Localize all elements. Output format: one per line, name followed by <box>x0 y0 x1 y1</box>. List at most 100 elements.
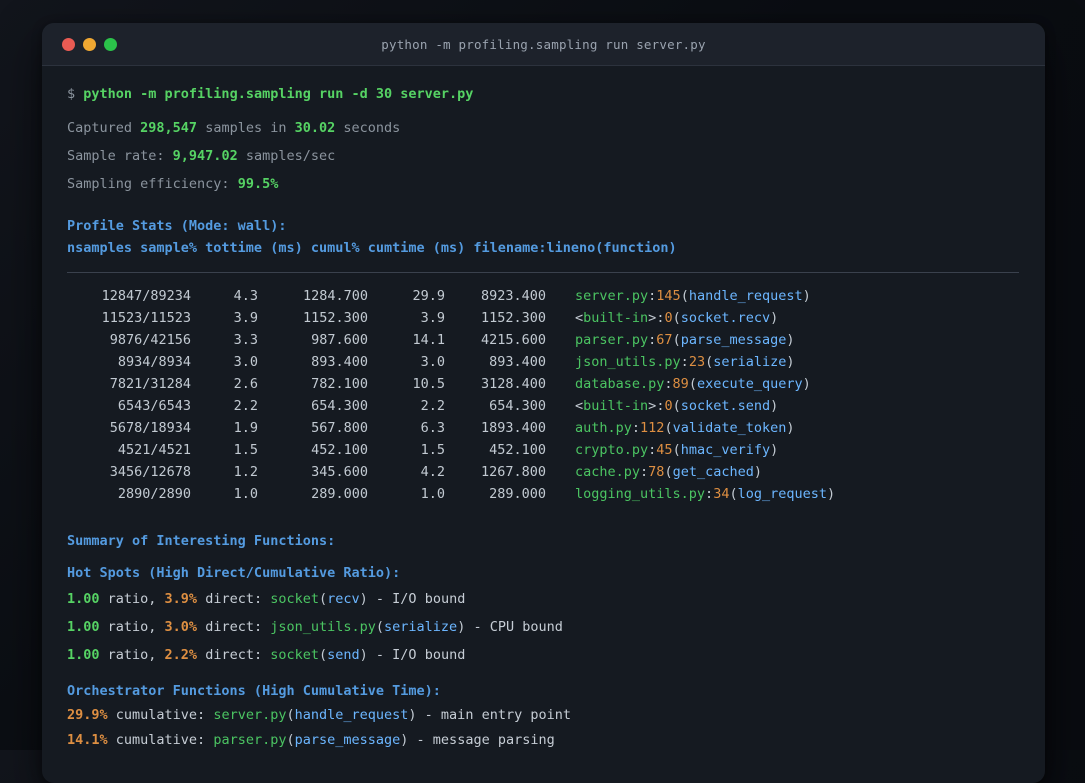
cell-cumtime: 893.400 <box>489 354 546 370</box>
hot-spot-line: 1.00 ratio, 3.0% direct: json_utils.py(s… <box>67 613 1019 641</box>
angle-bracket: < <box>575 310 584 326</box>
text-segment: 99.5% <box>237 176 279 192</box>
colon: : <box>640 464 649 480</box>
hot-spots-heading-text: Hot Spots (High Direct/Cumulative Ratio)… <box>67 565 401 581</box>
cell-tottime: 345.600 <box>311 464 368 480</box>
cell-sample-pct: 3.3 <box>233 332 258 348</box>
table-row: 7821/31284 2.6 782.100 10.5 3128.400 database… <box>67 373 1019 395</box>
text-segment: ratio, <box>99 647 165 663</box>
orchestrators-list: 29.9% cumulative: server.py(handle_reque… <box>67 703 1019 753</box>
paren: ( <box>729 486 738 502</box>
cell-sample-pct: 1.9 <box>233 420 258 436</box>
profile-stats-heading-text: Profile Stats (Mode: wall): <box>67 218 287 234</box>
ratio-value: 1.00 <box>67 647 100 663</box>
text-segment: direct: <box>197 591 271 607</box>
direct-percent: 2.2% <box>164 647 198 663</box>
paren: ( <box>672 442 681 458</box>
terminal-window: python -m profiling.sampling run server.… <box>42 23 1045 783</box>
cell-cumtime: 1267.800 <box>480 464 546 480</box>
capture-stat-line: Sampling efficiency: 99.5% <box>67 174 1019 194</box>
orchestrators-heading-text: Orchestrator Functions (High Cumulative … <box>67 683 441 699</box>
profile-stats-heading: Profile Stats (Mode: wall): <box>67 216 1019 236</box>
ratio-value: 1.00 <box>67 619 100 635</box>
line-number: 145 <box>656 288 681 304</box>
function-name: execute_query <box>696 376 803 392</box>
table-row: 11523/11523 3.9 1152.300 3.9 1152.300 <built-… <box>67 307 1019 329</box>
summary-heading-text: Summary of Interesting Functions: <box>67 533 336 549</box>
table-row: 3456/12678 1.2 345.600 4.2 1267.800 cache.py:… <box>67 461 1019 483</box>
paren: ( <box>375 619 385 635</box>
direct-percent: 3.9% <box>164 591 198 607</box>
cell-cumul-pct: 6.3 <box>420 420 445 436</box>
line-number: 34 <box>713 486 730 502</box>
line-number: 45 <box>656 442 673 458</box>
line-number: 0 <box>664 398 673 414</box>
filename: crypto.py <box>575 442 649 458</box>
filename: built-in <box>583 310 649 326</box>
table-row: 5678/18934 1.9 567.800 6.3 1893.400 auth.py:1… <box>67 417 1019 439</box>
zoom-button-icon[interactable] <box>104 37 117 51</box>
cumulative-percent: 29.9% <box>67 707 108 723</box>
function-name: validate_token <box>672 420 787 436</box>
cell-nsamples: 4521/4521 <box>117 442 191 458</box>
paren: ( <box>680 288 689 304</box>
function-name: parse_message <box>680 332 787 348</box>
text-segment: Sample rate: <box>67 148 173 164</box>
line-number: 0 <box>664 310 673 326</box>
filename: database.py <box>575 376 665 392</box>
cell-sample-pct: 2.6 <box>233 376 258 392</box>
terminal-output[interactable]: $ python -m profiling.sampling run -d 30… <box>42 66 1045 753</box>
function-name: handle_request <box>294 707 409 723</box>
angle-bracket: < <box>575 398 584 414</box>
cell-nsamples: 5678/18934 <box>109 420 191 436</box>
hot-spot-line: 1.00 ratio, 3.9% direct: socket(recv) - … <box>67 585 1019 613</box>
cell-tottime: 654.300 <box>311 398 368 414</box>
function-name: parse_message <box>294 732 401 748</box>
text-segment: cumulative: <box>107 707 214 723</box>
text-segment: samples/sec <box>237 148 336 164</box>
cell-tottime: 1284.700 <box>302 288 368 304</box>
colon: : <box>680 354 689 370</box>
function-name: socket.recv <box>680 310 771 326</box>
function-name: send <box>327 647 360 663</box>
cell-location: cache.py:78(get_cached) <box>575 461 762 483</box>
cell-location: server.py:145(handle_request) <box>575 285 811 307</box>
close-button-icon[interactable] <box>62 37 75 51</box>
bound-note: - I/O bound <box>367 647 466 663</box>
command-line: $ python -m profiling.sampling run -d 30… <box>67 84 1019 104</box>
text-segment: 9,947.02 <box>172 148 238 164</box>
stats-rows: 12847/89234 4.3 1284.700 29.9 8923.400 server… <box>67 285 1019 505</box>
line-number: 67 <box>656 332 673 348</box>
cell-cumul-pct: 2.2 <box>420 398 445 414</box>
text-segment: 30.02 <box>294 120 336 136</box>
function-name: serialize <box>713 354 787 370</box>
paren: ) <box>786 420 795 436</box>
minimize-button-icon[interactable] <box>83 37 96 51</box>
module-name: parser.py <box>213 732 287 748</box>
paren: ( <box>319 647 328 663</box>
text-segment: ratio, <box>99 619 165 635</box>
cell-location: parser.py:67(parse_message) <box>575 329 795 351</box>
text-segment: direct: <box>197 647 271 663</box>
line-number: 112 <box>640 420 665 436</box>
cell-sample-pct: 1.0 <box>233 486 258 502</box>
table-row: 12847/89234 4.3 1284.700 29.9 8923.400 server… <box>67 285 1019 307</box>
table-row: 6543/6543 2.2 654.300 2.2 654.300 <built-in>:… <box>67 395 1019 417</box>
cell-cumtime: 8923.400 <box>480 288 546 304</box>
paren: ) <box>359 591 368 607</box>
titlebar[interactable]: python -m profiling.sampling run server.… <box>42 23 1045 66</box>
paren: ) <box>827 486 836 502</box>
module-name: json_utils.py <box>270 619 376 635</box>
paren: ( <box>319 591 328 607</box>
function-name: handle_request <box>688 288 803 304</box>
cumulative-percent: 14.1% <box>67 732 108 748</box>
cell-nsamples: 7821/31284 <box>109 376 191 392</box>
paren: ) <box>770 442 779 458</box>
text-segment: cumulative: <box>107 732 214 748</box>
paren: ) <box>770 398 779 414</box>
cell-nsamples: 8934/8934 <box>117 354 191 370</box>
function-name: hmac_verify <box>680 442 771 458</box>
cell-sample-pct: 1.2 <box>233 464 258 480</box>
capture-stat-line: Sample rate: 9,947.02 samples/sec <box>67 146 1019 166</box>
function-name: socket.send <box>680 398 771 414</box>
